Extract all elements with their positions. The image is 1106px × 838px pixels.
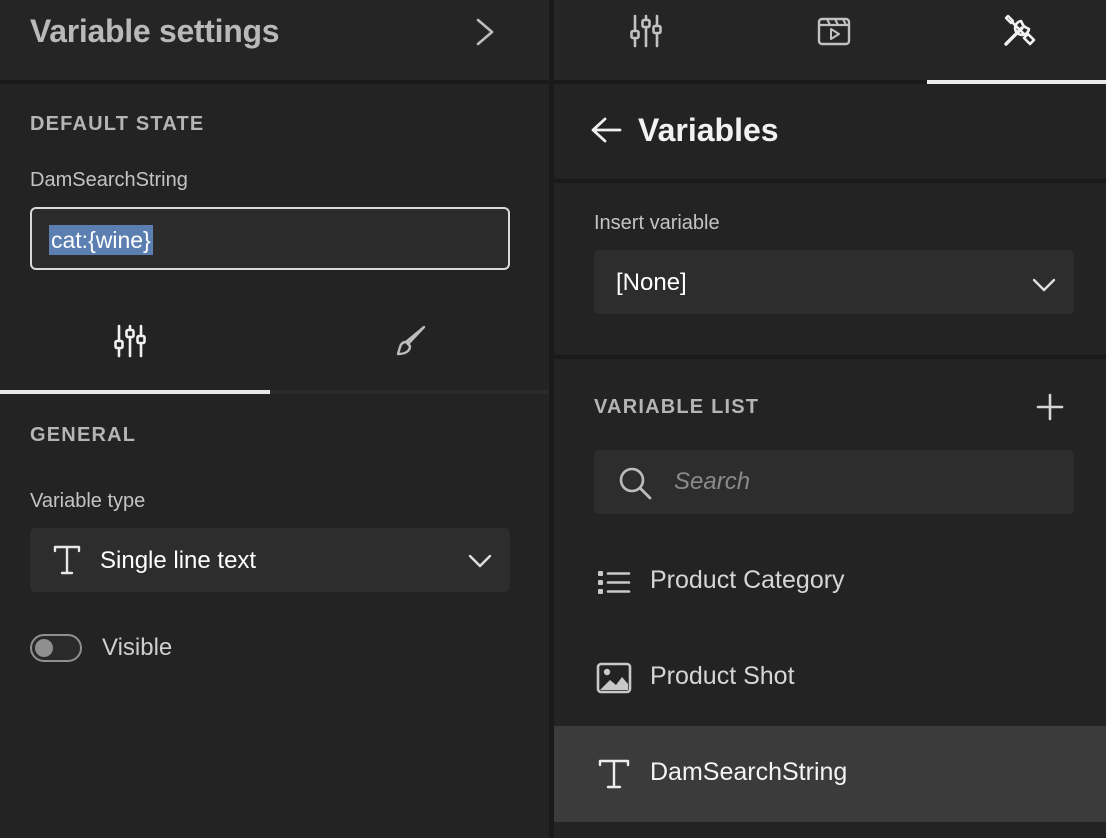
insert-variable-select[interactable]: [None] xyxy=(594,250,1074,314)
variable-settings-panel: Variable settings DEFAULT STATE DamSearc… xyxy=(0,0,549,838)
variable-list-heading: VARIABLE LIST xyxy=(594,396,760,418)
variables-panel: Variables Insert variable [None] VARIABL… xyxy=(554,0,1106,838)
image-icon xyxy=(596,662,632,694)
tab-tools[interactable] xyxy=(922,0,1106,80)
variable-list-item[interactable]: Product Shot xyxy=(554,630,1106,726)
variables-title: Variables xyxy=(638,112,779,148)
clapperboard-icon xyxy=(817,17,851,46)
tab-animation[interactable] xyxy=(738,0,922,80)
variable-type-label: Variable type xyxy=(30,490,146,512)
paintbrush-icon xyxy=(396,325,426,356)
general-heading: GENERAL xyxy=(30,424,137,446)
variable-list-item-label: DamSearchString xyxy=(650,758,848,786)
chevron-down-icon xyxy=(1032,278,1056,292)
insert-variable-value: [None] xyxy=(616,269,687,296)
search-icon xyxy=(619,467,652,500)
visible-label: Visible xyxy=(102,634,173,661)
variables-header: Variables xyxy=(554,84,1106,180)
text-type-icon xyxy=(598,759,630,789)
divider xyxy=(554,179,1106,183)
panel-header: Variable settings xyxy=(0,0,549,80)
sliders-icon xyxy=(114,324,146,358)
tab-properties[interactable] xyxy=(0,300,270,392)
insert-variable-label: Insert variable xyxy=(594,212,720,234)
plus-icon[interactable] xyxy=(1036,393,1064,421)
divider xyxy=(270,390,549,394)
list-footer xyxy=(554,822,1106,838)
active-tab-indicator xyxy=(0,390,270,394)
toggle-knob xyxy=(35,639,53,657)
default-state-heading: DEFAULT STATE xyxy=(30,113,205,135)
arrow-left-icon[interactable] xyxy=(590,116,622,144)
list-icon xyxy=(598,571,631,594)
variable-search[interactable] xyxy=(594,450,1074,514)
variable-list-item-label: Product Shot xyxy=(650,662,795,690)
variable-type-select[interactable]: Single line text xyxy=(30,528,510,592)
tab-style[interactable] xyxy=(270,300,549,392)
default-value-input[interactable]: cat:{wine} xyxy=(30,207,510,270)
divider xyxy=(554,355,1106,359)
visible-toggle[interactable] xyxy=(30,634,82,662)
variable-list-item-selected[interactable]: DamSearchString xyxy=(554,726,1106,822)
right-tab-bar xyxy=(554,0,1106,84)
divider xyxy=(0,80,549,84)
variable-name-label: DamSearchString xyxy=(30,169,188,191)
variable-list-item-label: Product Category xyxy=(650,566,845,594)
chevron-down-icon xyxy=(468,554,492,568)
panel-title: Variable settings xyxy=(30,13,280,49)
search-input[interactable] xyxy=(674,464,1054,500)
app-window: Variable settings DEFAULT STATE DamSearc… xyxy=(0,0,1106,838)
default-value-text[interactable]: cat:{wine} xyxy=(49,225,153,255)
sliders-icon xyxy=(630,14,662,48)
text-type-icon xyxy=(53,545,81,575)
tab-settings[interactable] xyxy=(554,0,738,80)
variable-list-item[interactable]: Product Category xyxy=(554,534,1106,630)
chevron-right-icon[interactable] xyxy=(472,17,498,47)
tools-icon xyxy=(1004,14,1036,46)
variable-type-value: Single line text xyxy=(100,547,257,574)
